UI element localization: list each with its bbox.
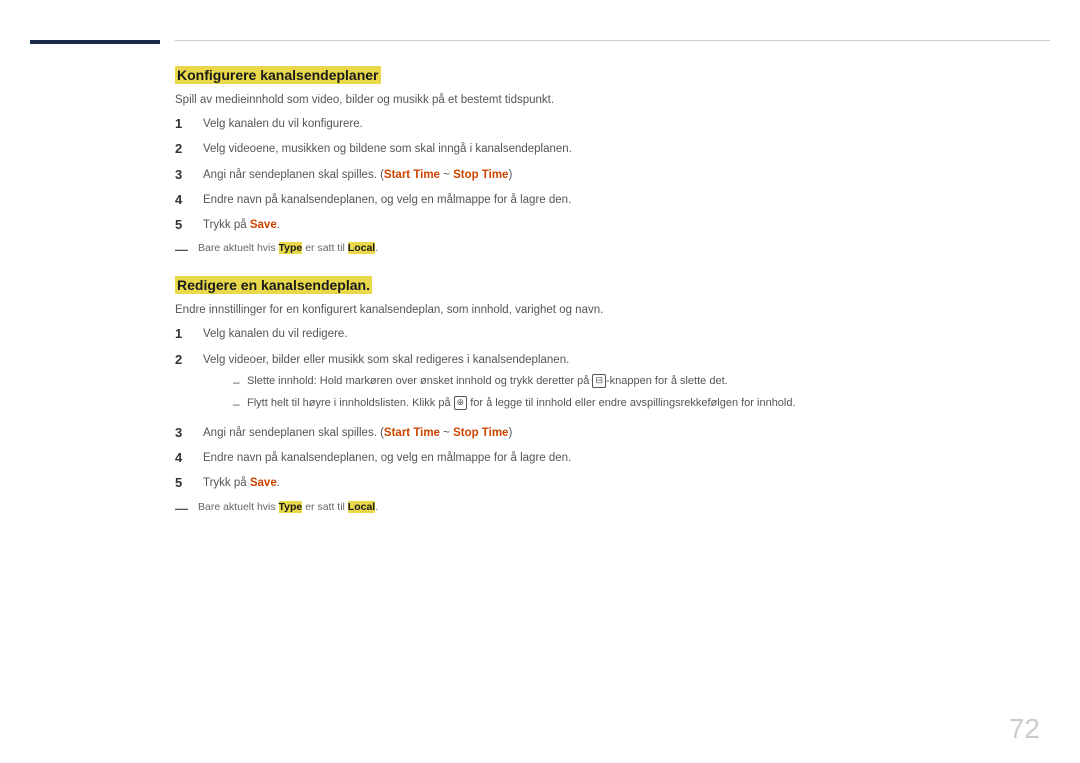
step-2-3: 3 Angi når sendeplanen skal spilles. (St… <box>175 425 1030 442</box>
note-text2: Bare aktuelt hvis Type er satt til Local… <box>198 501 378 513</box>
step-text: Endre navn på kanalsendeplanen, og velg … <box>203 192 1030 209</box>
step-text: Velg videoene, musikken og bildene som s… <box>203 141 1030 158</box>
step-number: 2 <box>175 141 203 156</box>
step-1-4: 4 Endre navn på kanalsendeplanen, og vel… <box>175 192 1030 209</box>
left-accent-bar <box>30 40 160 44</box>
step-number: 4 <box>175 450 203 465</box>
section1-note: — Bare aktuelt hvis Type er satt til Loc… <box>175 242 1030 257</box>
section2-note: — Bare aktuelt hvis Type er satt til Loc… <box>175 501 1030 516</box>
step-1-3: 3 Angi når sendeplanen skal spilles. (St… <box>175 167 1030 184</box>
step-2-2: 2 Velg videoer, bilder eller musikk som … <box>175 352 1030 417</box>
local-label: Local <box>348 242 375 254</box>
section2: Redigere en kanalsendeplan. Endre innsti… <box>175 275 1030 515</box>
type-label2: Type <box>279 501 303 513</box>
page: Konfigurere kanalsendeplaner Spill av me… <box>0 0 1080 763</box>
note-text: Bare aktuelt hvis Type er satt til Local… <box>198 242 378 254</box>
main-content: Konfigurere kanalsendeplaner Spill av me… <box>175 65 1030 733</box>
step-text: Angi når sendeplanen skal spilles. (Star… <box>203 167 1030 184</box>
add-icon: ⊕ <box>454 396 468 410</box>
step-text: Trykk på Save. <box>203 217 1030 234</box>
stop-time-label: Stop Time <box>453 169 508 181</box>
save-label: Save <box>250 219 277 231</box>
section2-title: Redigere en kanalsendeplan. <box>175 275 1030 296</box>
step-text: Angi når sendeplanen skal spilles. (Star… <box>203 425 1030 442</box>
page-number: 72 <box>1009 713 1040 745</box>
step-text: Velg videoer, bilder eller musikk som sk… <box>203 352 1030 417</box>
step-1-5: 5 Trykk på Save. <box>175 217 1030 234</box>
start-time-label: Start Time <box>384 169 440 181</box>
sub-bullet-1: – Slette innhold: Hold markøren over øns… <box>233 373 1030 391</box>
step-number: 1 <box>175 116 203 131</box>
section1-steps: 1 Velg kanalen du vil konfigurere. 2 Vel… <box>175 116 1030 234</box>
sub-bullets: – Slette innhold: Hold markøren over øns… <box>233 373 1030 413</box>
section1-title: Konfigurere kanalsendeplaner <box>175 65 1030 86</box>
step-number: 3 <box>175 167 203 182</box>
step-2-4: 4 Endre navn på kanalsendeplanen, og vel… <box>175 450 1030 467</box>
step-text: Velg kanalen du vil redigere. <box>203 326 1030 343</box>
step-number: 4 <box>175 192 203 207</box>
step-1-2: 2 Velg videoene, musikken og bildene som… <box>175 141 1030 158</box>
local-label2: Local <box>348 501 375 513</box>
step-2-5: 5 Trykk på Save. <box>175 475 1030 492</box>
delete-icon: ⊟ <box>592 374 606 388</box>
step-number: 2 <box>175 352 203 367</box>
start-time-label2: Start Time <box>384 427 440 439</box>
step-1-1: 1 Velg kanalen du vil konfigurere. <box>175 116 1030 133</box>
step-number: 1 <box>175 326 203 341</box>
top-divider <box>175 40 1050 41</box>
save-label2: Save <box>250 477 277 489</box>
section2-desc: Endre innstillinger for en konfigurert k… <box>175 304 1030 316</box>
type-label: Type <box>279 242 303 254</box>
step-text: Velg kanalen du vil konfigurere. <box>203 116 1030 133</box>
step-number: 3 <box>175 425 203 440</box>
step-text: Endre navn på kanalsendeplanen, og velg … <box>203 450 1030 467</box>
step-number: 5 <box>175 475 203 490</box>
section1-desc: Spill av medieinnhold som video, bilder … <box>175 94 1030 106</box>
stop-time-label2: Stop Time <box>453 427 508 439</box>
section1: Konfigurere kanalsendeplaner Spill av me… <box>175 65 1030 257</box>
sub-bullet-2: – Flytt helt til høyre i innholdslisten.… <box>233 395 1030 413</box>
section2-steps: 1 Velg kanalen du vil redigere. 2 Velg v… <box>175 326 1030 492</box>
step-2-1: 1 Velg kanalen du vil redigere. <box>175 326 1030 343</box>
step-text: Trykk på Save. <box>203 475 1030 492</box>
step-number: 5 <box>175 217 203 232</box>
